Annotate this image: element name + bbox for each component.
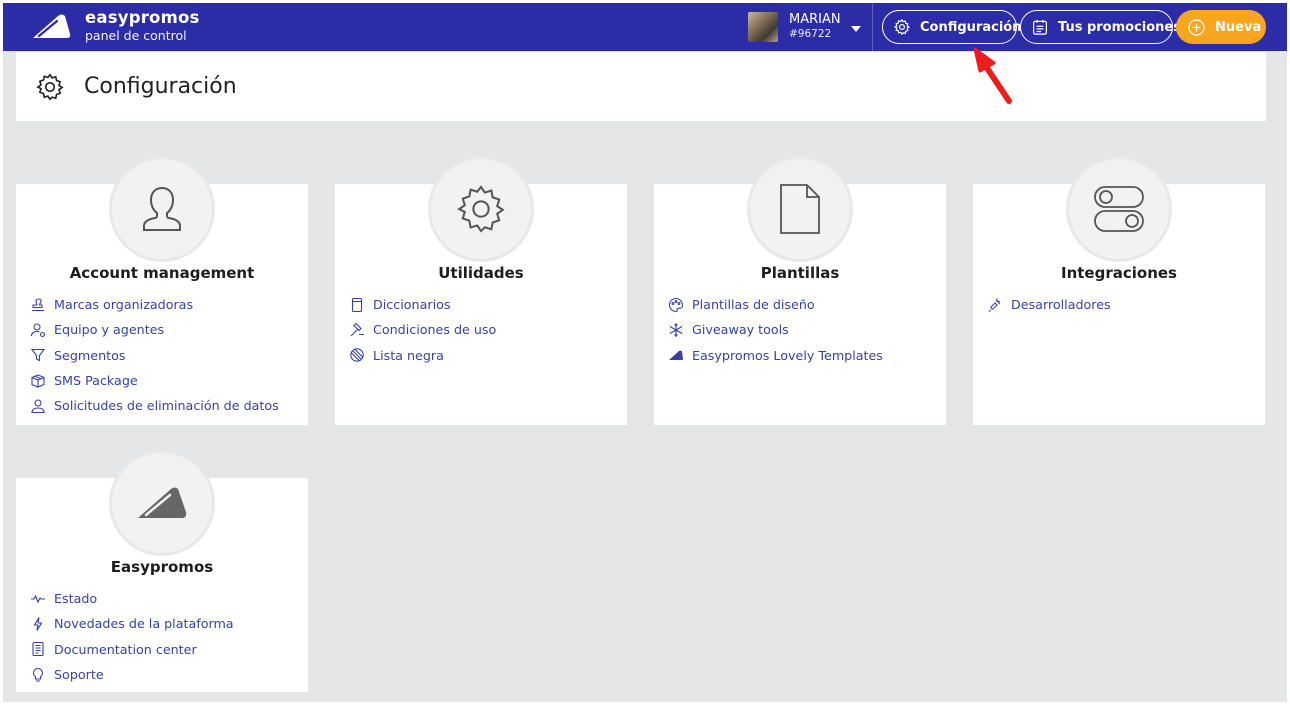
link-label: Lista negra	[373, 347, 444, 363]
link-label: Segmentos	[54, 347, 126, 363]
calendar-list-icon	[1033, 19, 1047, 35]
package-icon	[31, 373, 45, 388]
card-title: Account management	[69, 264, 255, 282]
link-condiciones-de-uso[interactable]: Condiciones de uso	[349, 317, 496, 342]
link-lista-negra[interactable]: Lista negra	[349, 343, 496, 368]
page-header: Configuración	[16, 52, 1266, 121]
link-equipo-y-agentes[interactable]: Equipo y agentes	[30, 317, 279, 342]
link-solicitudes-eliminacion[interactable]: Solicitudes de eliminación de datos	[30, 393, 279, 418]
card-links: Estado Novedades de la plataforma Docume…	[30, 586, 234, 687]
card-title: Easypromos	[110, 558, 214, 576]
card-links: Plantillas de diseño Giveaway tools Easy…	[668, 292, 883, 368]
card-icon-circle	[1066, 156, 1172, 262]
toggles-icon	[1094, 186, 1144, 232]
filter-icon	[30, 349, 46, 362]
easypromos-logo-icon	[669, 350, 683, 361]
card-title: Utilidades	[438, 264, 524, 282]
new-promotion-label: Nueva	[1215, 19, 1262, 35]
link-label: Documentation center	[54, 641, 197, 657]
my-promotions-button[interactable]: Tus promociones	[1020, 10, 1181, 44]
card-links: Diccionarios Condiciones de uso Lista ne…	[349, 292, 496, 368]
link-soporte[interactable]: Soporte	[30, 662, 234, 687]
easypromos-logo-icon[interactable]	[30, 12, 72, 42]
card-utilidades: Utilidades Diccionarios Condiciones de u…	[335, 156, 627, 425]
brand-block[interactable]: easypromos panel de control	[85, 8, 200, 44]
card-title: Integraciones	[1061, 264, 1177, 282]
link-label: Desarrolladores	[1011, 297, 1111, 313]
link-marcas-organizadoras[interactable]: Marcas organizadoras	[30, 292, 279, 317]
easypromos-logo-icon	[138, 487, 187, 518]
snowflake-icon	[669, 322, 683, 337]
user-remove-icon	[31, 399, 45, 413]
new-promotion-button[interactable]: Nueva	[1176, 10, 1266, 44]
app-frame: easypromos panel de control MARIAN #9672…	[3, 3, 1287, 702]
link-label: Plantillas de diseño	[692, 297, 815, 313]
link-plantillas-de-diseno[interactable]: Plantillas de diseño	[668, 292, 883, 317]
annotation-arrow-icon	[973, 47, 1012, 104]
lightbulb-icon	[33, 667, 43, 682]
link-segmentos[interactable]: Segmentos	[30, 343, 279, 368]
book-icon	[351, 297, 363, 312]
page-title: Configuración	[84, 74, 237, 99]
divider	[872, 3, 873, 51]
link-label: Equipo y agentes	[54, 322, 165, 338]
gavel-icon	[350, 322, 364, 337]
link-label: Diccionarios	[373, 297, 451, 313]
link-desarrolladores[interactable]: Desarrolladores	[987, 292, 1111, 317]
link-label: Giveaway tools	[692, 322, 789, 338]
blocked-icon	[350, 348, 364, 362]
link-label: Estado	[54, 591, 98, 607]
user-icon	[143, 186, 181, 231]
card-account-management: Account management Marcas organizadoras …	[16, 156, 308, 425]
bolt-icon	[33, 617, 43, 631]
link-lovely-templates[interactable]: Easypromos Lovely Templates	[668, 343, 883, 368]
gear-icon	[457, 185, 505, 233]
link-novedades[interactable]: Novedades de la plataforma	[30, 611, 234, 636]
link-giveaway-tools[interactable]: Giveaway tools	[668, 317, 883, 342]
chevron-down-icon	[851, 26, 861, 32]
palette-icon	[668, 297, 684, 312]
gear-icon	[893, 18, 911, 36]
user-id: #96722	[789, 28, 832, 40]
top-navbar: easypromos panel de control MARIAN #9672…	[3, 3, 1287, 51]
card-integraciones: Integraciones Desarrolladores	[973, 156, 1265, 425]
link-documentation-center[interactable]: Documentation center	[30, 637, 234, 662]
brand-subtitle: panel de control	[85, 28, 187, 43]
card-links: Marcas organizadoras Equipo y agentes Se…	[30, 292, 279, 418]
card-easypromos: Easypromos Estado Novedades de la plataf…	[16, 450, 308, 692]
card-plantillas: Plantillas Plantillas de diseño Giveaway…	[654, 156, 946, 425]
my-promotions-label: Tus promociones	[1058, 19, 1181, 35]
card-title: Plantillas	[760, 264, 840, 282]
user-settings-icon	[30, 323, 46, 337]
user-name: MARIAN	[789, 12, 841, 27]
link-label: Marcas organizadoras	[54, 297, 194, 313]
link-label: Easypromos Lovely Templates	[692, 347, 883, 363]
card-links: Desarrolladores	[987, 292, 1111, 317]
brand-name: easypromos	[85, 8, 200, 27]
card-icon-circle	[109, 450, 215, 556]
card-icon-circle	[428, 156, 534, 262]
link-label: SMS Package	[54, 373, 138, 389]
link-label: Novedades de la plataforma	[54, 616, 234, 632]
user-menu[interactable]: MARIAN #96722	[748, 11, 863, 43]
stamp-icon	[32, 298, 44, 311]
config-label: Configuración	[920, 19, 1022, 35]
document-icon	[780, 184, 820, 234]
gear-icon	[36, 73, 64, 101]
link-estado[interactable]: Estado	[30, 586, 234, 611]
config-button[interactable]: Configuración	[882, 10, 1021, 44]
link-label: Condiciones de uso	[373, 322, 497, 338]
link-sms-package[interactable]: SMS Package	[30, 368, 279, 393]
heartbeat-icon	[31, 594, 45, 603]
add-circle-icon	[1188, 18, 1205, 36]
card-icon-circle	[747, 156, 853, 262]
avatar	[748, 12, 778, 42]
plug-icon	[988, 298, 1001, 312]
link-label: Soporte	[54, 667, 104, 683]
notebook-icon	[32, 642, 44, 657]
link-diccionarios[interactable]: Diccionarios	[349, 292, 496, 317]
card-icon-circle	[109, 156, 215, 262]
link-label: Solicitudes de eliminación de datos	[54, 398, 279, 414]
